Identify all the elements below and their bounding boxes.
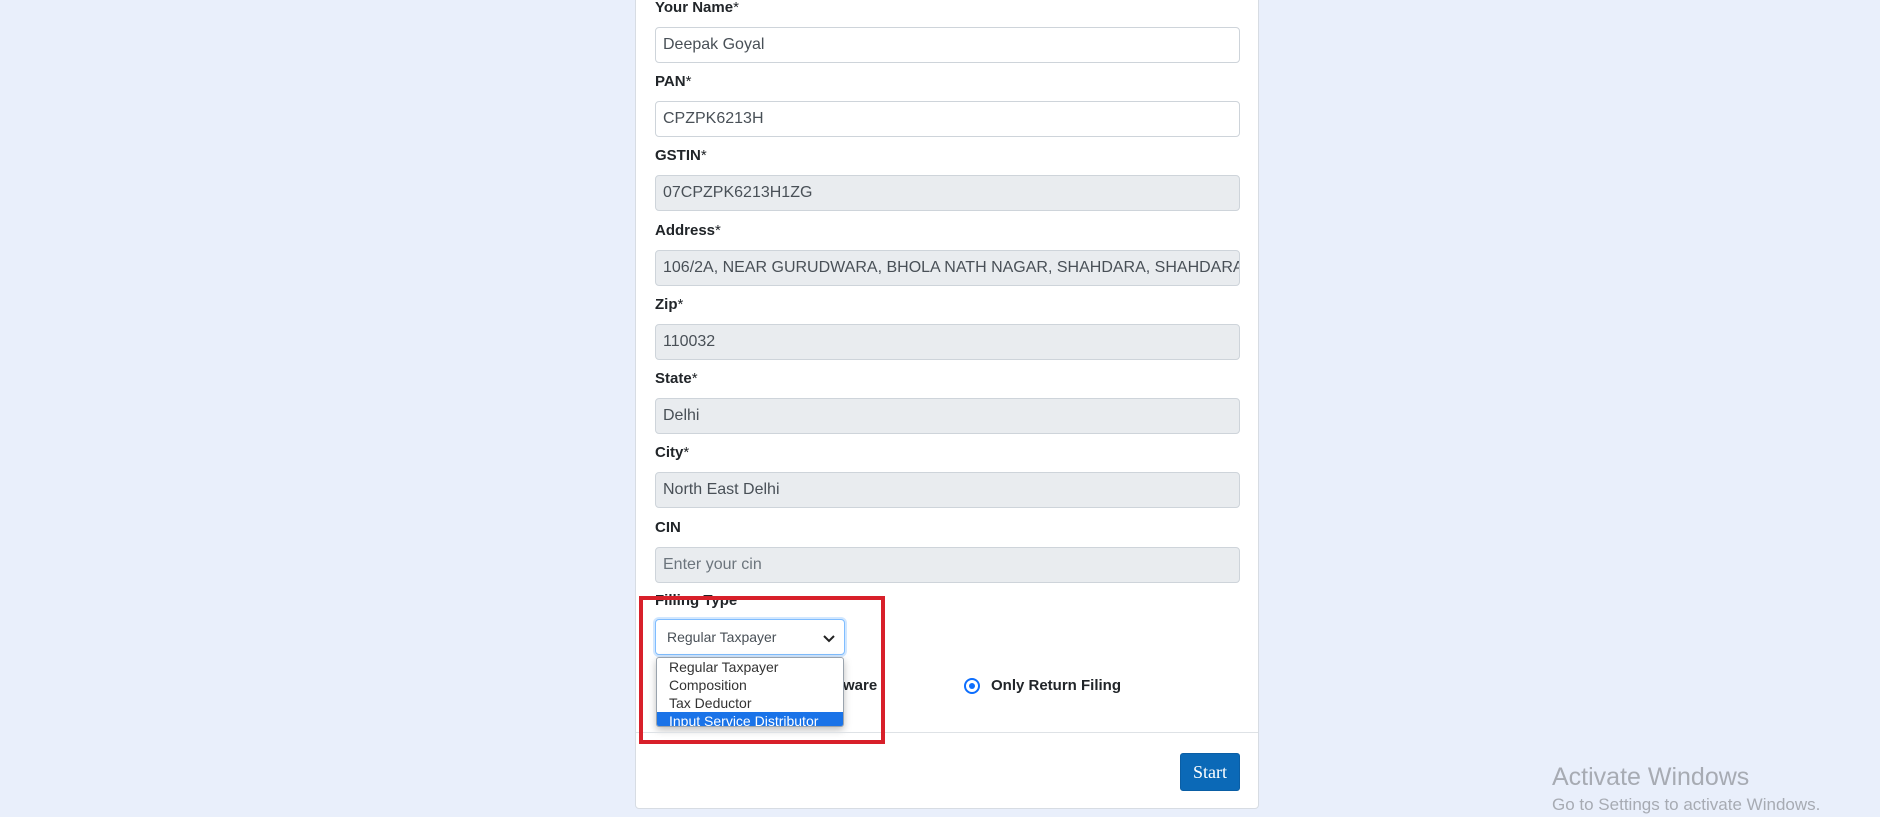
radio-only-return-filing-label: Only Return Filing [991, 677, 1121, 694]
your-name-input[interactable]: Deepak Goyal [655, 27, 1240, 63]
city-label: City* [655, 444, 690, 461]
radio-selected-icon[interactable] [964, 678, 980, 694]
city-input[interactable]: North East Delhi [655, 472, 1240, 508]
start-button[interactable]: Start [1180, 753, 1240, 791]
cin-input[interactable]: Enter your cin [655, 547, 1240, 583]
pan-input[interactable]: CPZPK6213H [655, 101, 1240, 137]
gstin-input[interactable]: 07CPZPK6213H1ZG [655, 175, 1240, 211]
gstin-label: GSTIN* [655, 147, 707, 164]
address-label: Address* [655, 222, 721, 239]
cin-label: CIN [655, 519, 681, 536]
your-name-label: Your Name* [655, 0, 739, 16]
zip-label: Zip* [655, 296, 684, 313]
zip-input[interactable]: 110032 [655, 324, 1240, 360]
pan-label: PAN* [655, 73, 692, 90]
state-input[interactable]: Delhi [655, 398, 1240, 434]
annotation-highlight-box [639, 596, 885, 744]
watermark-subtitle: Go to Settings to activate Windows. [1552, 795, 1821, 814]
activate-windows-watermark: Activate Windows Go to Settings to activ… [1552, 761, 1820, 817]
address-input[interactable]: 106/2A, NEAR GURUDWARA, BHOLA NATH NAGAR… [655, 250, 1240, 286]
state-label: State* [655, 370, 698, 387]
watermark-title: Activate Windows [1552, 763, 1750, 791]
